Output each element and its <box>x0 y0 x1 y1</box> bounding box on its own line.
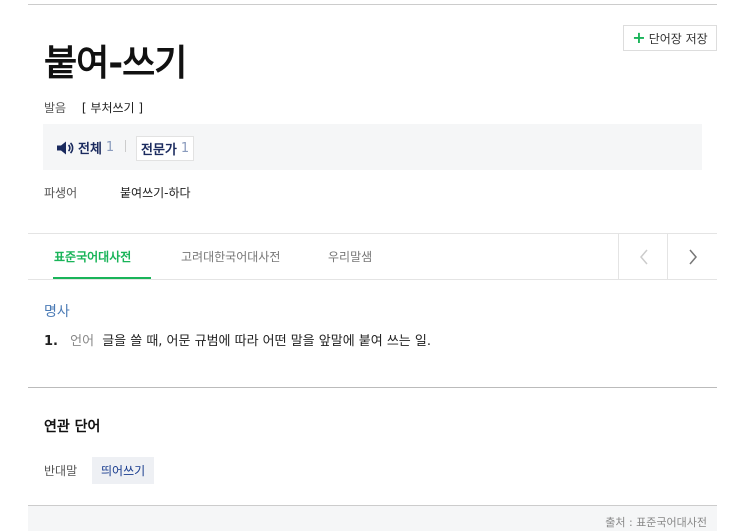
antonym-link[interactable]: 띄어쓰기 <box>92 457 155 484</box>
part-of-speech: 명사 <box>44 304 70 320</box>
source-credit: 출처 : 표준국어대사전 <box>605 516 707 529</box>
footer: 출처 : 표준국어대사전 <box>28 505 717 531</box>
antonym-label: 반대말 <box>44 464 78 478</box>
section-divider <box>28 387 717 388</box>
definition-field: 언어 <box>70 334 95 349</box>
definition-item: 1. 언어 글을 쓸 때, 어문 규범에 따라 어떤 말을 앞말에 붙여 쓰는 … <box>44 330 431 349</box>
speaker-icon <box>57 141 74 154</box>
save-to-wordbook-button[interactable]: + 단어장 저장 <box>623 25 717 51</box>
plus-icon: + <box>632 28 646 47</box>
tab-urimalsaem[interactable]: 우리말샘 <box>328 248 372 265</box>
chevron-left-icon <box>639 249 648 264</box>
dictionary-tabs: 표준국어대사전 고려대한국어대사전 우리말샘 <box>28 233 717 280</box>
derived-word-link[interactable]: 붙여쓰기-하다 <box>120 184 191 201</box>
tab-standard-dictionary[interactable]: 표준국어대사전 <box>54 248 131 265</box>
pron-all-label: 전체 <box>78 142 102 157</box>
pronunciation-value: [ 부처쓰기 ] <box>81 101 144 115</box>
tabs-next-button[interactable] <box>667 234 717 279</box>
pron-separator <box>125 140 126 152</box>
pron-expert-count: 1 <box>180 141 190 156</box>
tab-korea-univ-dictionary[interactable]: 고려대한국어대사전 <box>181 248 280 265</box>
definition-number: 1. <box>44 334 58 349</box>
pron-expert-label: 전문가 <box>141 143 177 158</box>
tabs-prev-button[interactable] <box>618 234 668 279</box>
pron-all-count: 1 <box>105 140 115 155</box>
derived-word-label: 파생어 <box>44 186 78 200</box>
pronunciation-label: 발음 <box>44 101 67 115</box>
pronunciation-row: 발음 [ 부처쓰기 ] <box>44 99 143 116</box>
headword-title: 붙여-쓰기 <box>44 43 187 84</box>
save-button-label: 단어장 저장 <box>648 31 708 46</box>
pron-expert-button[interactable]: 전문가 1 <box>136 136 195 161</box>
active-tab-indicator <box>53 277 151 279</box>
definition-text: 글을 쓸 때, 어문 규범에 따라 어떤 말을 앞말에 붙여 쓰는 일. <box>102 334 431 349</box>
pron-all-button[interactable]: 전체 1 <box>56 138 114 157</box>
related-words-title: 연관 단어 <box>44 419 101 435</box>
chevron-right-icon <box>688 249 697 264</box>
top-border <box>28 4 717 5</box>
